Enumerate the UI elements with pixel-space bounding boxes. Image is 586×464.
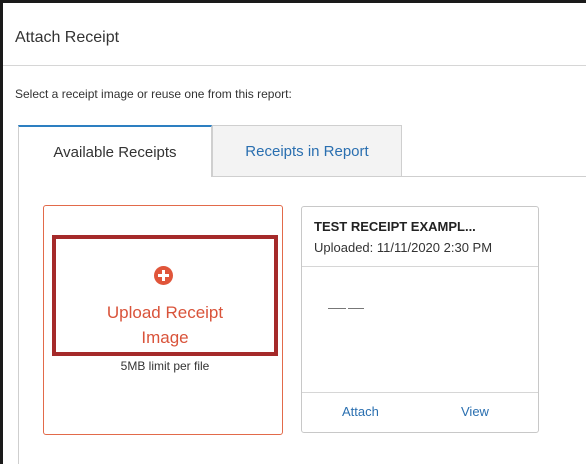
tab-available-receipts[interactable]: Available Receipts [18,125,212,177]
receipt-card: TEST RECEIPT EXAMPL... Uploaded: 11/11/2… [301,206,539,433]
attach-link[interactable]: Attach [342,404,379,419]
upload-receipt-label[interactable]: Upload Receipt Image [52,300,278,350]
dialog-title: Attach Receipt [15,29,120,46]
receipt-card-divider [302,266,538,267]
view-link[interactable]: View [461,404,489,419]
receipt-thumbnail[interactable] [328,306,364,311]
tab-receipts-in-report-label: Receipts in Report [245,142,369,160]
upload-size-limit: 5MB limit per file [120,359,210,373]
receipt-name: TEST RECEIPT EXAMPL... [314,219,476,234]
instructions-text: Select a receipt image or reuse one from… [15,87,292,101]
upload-receipt-label-line1: Upload Receipt [106,303,224,322]
tab-receipts-in-report[interactable]: Receipts in Report [212,125,402,177]
title-divider [3,65,586,66]
upload-receipt-label-line2: Image [141,328,189,347]
tab-baseline [400,176,586,177]
receipt-tabs: Available Receipts Receipts in Report [15,125,586,177]
tab-available-receipts-label: Available Receipts [53,143,177,161]
receipt-upload-date: Uploaded: 11/11/2020 2:30 PM [314,240,493,255]
receipt-card-footer-divider [302,392,538,393]
tab-panel-border [18,176,19,464]
plus-circle-icon [154,266,173,285]
